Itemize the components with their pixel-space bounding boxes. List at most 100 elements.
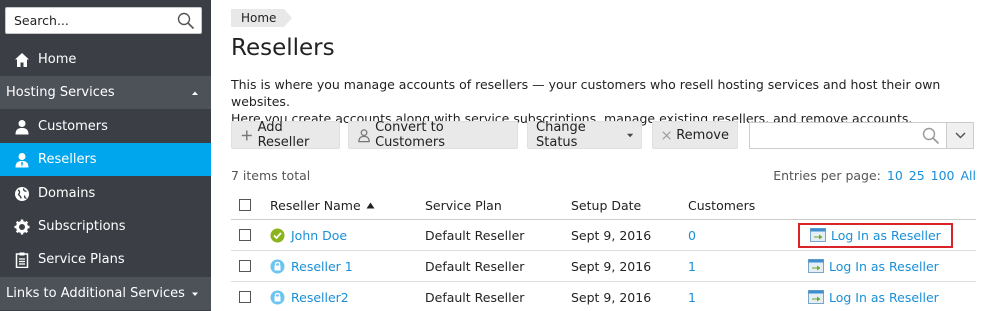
column-header-customers[interactable]: Customers bbox=[688, 191, 755, 219]
row-checkbox[interactable] bbox=[239, 260, 251, 272]
search-options-button[interactable] bbox=[946, 122, 974, 149]
convert-to-customers-button[interactable]: Convert to Customers bbox=[348, 120, 518, 150]
page-size-25[interactable]: 25 bbox=[909, 168, 925, 183]
page-title: Resellers bbox=[231, 35, 335, 61]
lock-icon bbox=[270, 259, 285, 273]
sidebar-section-additional-services[interactable]: Links to Additional Services bbox=[0, 277, 211, 310]
login-icon bbox=[808, 290, 824, 304]
service-plan-cell: Default Reseller bbox=[425, 258, 525, 274]
sidebar-item-resellers[interactable]: Resellers bbox=[0, 143, 211, 176]
customers-count-link[interactable]: 0 bbox=[688, 228, 696, 243]
list-search bbox=[749, 122, 946, 149]
customers-count-link[interactable]: 1 bbox=[688, 290, 696, 305]
row-checkbox-cell bbox=[239, 282, 251, 311]
breadcrumb-home[interactable]: Home bbox=[231, 9, 293, 27]
sort-ascending-icon bbox=[366, 202, 375, 208]
resellers-table: Reseller Name Service Plan Setup Date Cu… bbox=[231, 191, 976, 311]
login-cell: Log In as Reseller bbox=[798, 282, 949, 311]
customers-count-link[interactable]: 1 bbox=[688, 259, 696, 274]
caret-down-icon bbox=[192, 292, 198, 296]
chevron-down-icon bbox=[954, 132, 966, 139]
close-icon bbox=[662, 130, 671, 140]
sidebar-item-label: Resellers bbox=[38, 152, 97, 167]
sidebar: Home Hosting Services Customers Reseller… bbox=[0, 0, 211, 311]
log-in-as-reseller-label: Log In as Reseller bbox=[829, 258, 939, 274]
setup-date-cell: Sept 9, 2016 bbox=[571, 289, 652, 305]
row-checkbox-cell bbox=[239, 220, 251, 250]
status-active-icon bbox=[270, 228, 285, 242]
globe-icon bbox=[15, 186, 29, 201]
reseller-name-cell: Reseller2 bbox=[270, 282, 349, 311]
select-all-checkbox[interactable] bbox=[239, 199, 251, 211]
add-reseller-button[interactable]: Add Reseller bbox=[231, 120, 340, 150]
search-icon[interactable] bbox=[922, 127, 940, 145]
home-icon bbox=[15, 52, 29, 67]
column-header-label: Reseller Name bbox=[270, 197, 361, 213]
sidebar-item-subscriptions[interactable]: Subscriptions bbox=[0, 210, 211, 243]
lock-icon bbox=[270, 290, 285, 304]
service-plan-cell: Default Reseller bbox=[425, 227, 525, 243]
list-search-input[interactable] bbox=[750, 123, 915, 148]
log-in-as-reseller-button[interactable]: Log In as Reseller bbox=[798, 222, 953, 248]
column-header-name[interactable]: Reseller Name bbox=[270, 191, 375, 219]
reseller-name-link[interactable]: John Doe bbox=[291, 228, 347, 243]
entries-per-page: Entries per page: 10 25 100 All bbox=[773, 168, 976, 183]
login-icon bbox=[810, 228, 826, 242]
login-icon bbox=[808, 259, 824, 273]
items-total: 7 items total bbox=[231, 168, 311, 183]
sidebar-item-label: Home bbox=[38, 52, 77, 67]
page-size-10[interactable]: 10 bbox=[887, 168, 903, 183]
remove-label: Remove bbox=[676, 127, 729, 143]
sidebar-section-label: Hosting Services bbox=[6, 85, 115, 100]
column-header-plan[interactable]: Service Plan bbox=[425, 191, 502, 219]
setup-date-cell: Sept 9, 2016 bbox=[571, 258, 652, 274]
add-reseller-label: Add Reseller bbox=[257, 120, 310, 150]
row-checkbox[interactable] bbox=[239, 229, 251, 241]
sidebar-item-service-plans[interactable]: Service Plans bbox=[0, 243, 211, 276]
sidebar-item-domains[interactable]: Domains bbox=[0, 177, 211, 210]
search-icon[interactable] bbox=[177, 12, 195, 30]
sidebar-item-label: Subscriptions bbox=[38, 219, 126, 234]
login-cell: Log In as Reseller bbox=[798, 251, 949, 281]
sidebar-section-label: Links to Additional Services bbox=[6, 286, 185, 301]
page-size-100[interactable]: 100 bbox=[931, 168, 955, 183]
log-in-as-reseller-button[interactable]: Log In as Reseller bbox=[798, 285, 949, 310]
change-status-label: Change Status bbox=[536, 120, 586, 150]
log-in-as-reseller-label: Log In as Reseller bbox=[831, 227, 941, 243]
table-row: Reseller 1 Default Reseller Sept 9, 2016… bbox=[231, 251, 976, 282]
sidebar-section-hosting-services[interactable]: Hosting Services bbox=[0, 76, 211, 109]
table-header: Reseller Name Service Plan Setup Date Cu… bbox=[231, 191, 976, 220]
service-plan-cell: Default Reseller bbox=[425, 289, 525, 305]
setup-date-cell: Sept 9, 2016 bbox=[571, 227, 652, 243]
reseller-name-cell: John Doe bbox=[270, 220, 347, 250]
caret-up-icon bbox=[192, 91, 198, 95]
table-row: John Doe Default Reseller Sept 9, 2016 0… bbox=[231, 220, 976, 251]
sidebar-item-label: Service Plans bbox=[38, 252, 125, 267]
select-all-cell bbox=[239, 191, 251, 219]
customers-count-cell: 1 bbox=[688, 282, 696, 311]
page-size-all[interactable]: All bbox=[961, 168, 977, 183]
sidebar-item-home[interactable]: Home bbox=[0, 43, 211, 76]
convert-label: Convert to Customers bbox=[375, 120, 445, 150]
log-in-as-reseller-label: Log In as Reseller bbox=[829, 289, 939, 305]
reseller-name-link[interactable]: Reseller2 bbox=[291, 290, 349, 305]
description-line: This is where you manage accounts of res… bbox=[231, 77, 941, 109]
row-checkbox-cell bbox=[239, 251, 251, 281]
login-cell: Log In as Reseller bbox=[798, 220, 953, 250]
reseller-name-link[interactable]: Reseller 1 bbox=[291, 259, 353, 274]
sidebar-search bbox=[5, 7, 202, 34]
sidebar-search-input[interactable] bbox=[6, 8, 176, 33]
remove-button[interactable]: Remove bbox=[652, 121, 738, 149]
sidebar-item-label: Domains bbox=[38, 186, 96, 201]
chevron-down-icon bbox=[626, 133, 633, 137]
reseller-icon bbox=[15, 152, 29, 167]
column-header-date[interactable]: Setup Date bbox=[571, 191, 641, 219]
user-outline-icon bbox=[358, 128, 370, 142]
row-checkbox[interactable] bbox=[239, 291, 251, 303]
breadcrumb: Home bbox=[231, 9, 293, 27]
customers-count-cell: 0 bbox=[688, 220, 696, 250]
table-row: Reseller2 Default Reseller Sept 9, 2016 … bbox=[231, 282, 976, 311]
change-status-dropdown[interactable]: Change Status bbox=[527, 120, 642, 150]
sidebar-item-customers[interactable]: Customers bbox=[0, 110, 211, 143]
log-in-as-reseller-button[interactable]: Log In as Reseller bbox=[798, 254, 949, 279]
